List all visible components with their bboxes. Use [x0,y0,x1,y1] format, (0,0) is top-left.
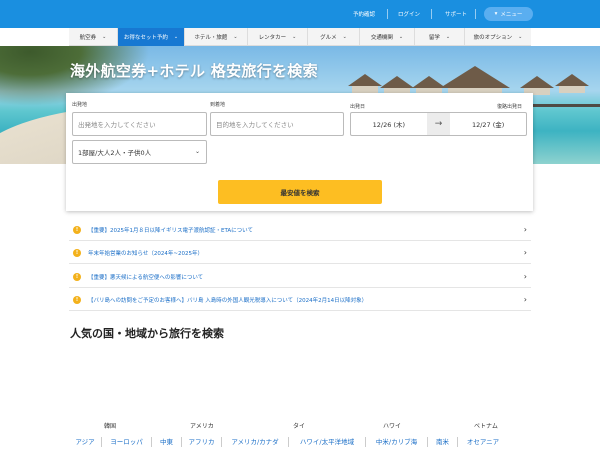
region-hawaii-pacific[interactable]: ハワイ/太平洋地域 [289,437,366,447]
region-tabs: アジア ヨーロッパ 中東 アフリカ アメリカ/カナダ ハワイ/太平洋地域 中米/… [69,434,531,450]
villa [348,74,382,94]
region-africa[interactable]: アフリカ [182,437,222,447]
destination-input[interactable]: 目的地を入力してください [210,112,344,136]
region-south-america[interactable]: 南米 [428,437,458,447]
chevron-down-icon: ⌄ [102,34,107,40]
guests-value: 1部屋/大人2人・子供0人 [78,149,152,157]
depart-date-field[interactable]: 12/26 (木) [351,113,427,135]
region-central-america-caribbean[interactable]: 中米/カリブ海 [366,437,428,447]
date-range-picker: 12/26 (木) → 12/27 (金) [350,112,527,136]
section-title: 人気の国・地域から旅行を検索 [70,327,224,340]
chevron-right-icon: › [523,225,527,234]
nav-item-gourmet[interactable]: グルメ ⌄ [308,28,360,46]
hero-title: 海外航空券+ホテル 格安旅行を検索 [70,62,318,80]
notice-text: 【重要】2025年1月８日以降イギリス電子渡航認証・ETAについて [88,227,254,234]
chevron-down-icon: ⌄ [342,34,347,40]
villa [555,74,589,94]
chevron-down-icon: ⌄ [194,148,200,155]
notice-item[interactable]: ! 年末年始営業のお知らせ（2024年~2025年） › [69,242,531,264]
notice-text: 年末年始営業のお知らせ（2024年~2025年） [88,250,203,257]
region-america-canada[interactable]: アメリカ/カナダ [222,437,289,447]
nav-label: ホテル・旅館 [194,35,228,41]
nav-label: グルメ [320,35,337,41]
notice-item[interactable]: ! 【バリ島への訪問をご予定のお客様へ】バリ島 入島時の外国人観光税導入について… [69,289,531,311]
menu-label: メニュー [500,12,523,18]
chevron-right-icon: › [523,295,527,304]
divider [387,9,388,19]
chevron-right-icon: › [523,272,527,281]
nav-label: 航空券 [79,35,97,41]
region-asia[interactable]: アジア [69,437,102,447]
nav-item-flights[interactable]: 航空券 ⌄ [69,28,118,46]
arrow-right-icon: → [426,113,451,135]
search-button[interactable]: 最安値を検索 [218,180,382,204]
chevron-right-icon: › [523,248,527,257]
top-bar: 予約確認 ログイン サポート ▾ メニュー [0,0,600,28]
nav-label: 留学 [428,35,440,41]
country-vietnam[interactable]: ベトナム [474,421,498,430]
search-form: 出発地 出発地を入力してください 到着地 目的地を入力してください 出発日 復路… [66,93,533,211]
category-nav: 航空券 ⌄ お得なセット予約 ⌄ ホテル・旅館 ⌄ レンタカー ⌄ グルメ ⌄ 交通機関 ⌄… [69,28,531,46]
nav-label: 交通機関 [370,35,393,41]
info-icon: ! [73,295,81,304]
depart-date-label: 出発日 [350,104,366,110]
login-link[interactable]: ログイン [398,10,420,18]
nav-label: レンタカー [258,35,287,41]
country-hawaii[interactable]: ハワイ [383,421,401,430]
guests-select[interactable]: 1部屋/大人2人・子供0人 ⌄ [72,140,207,164]
origin-input[interactable]: 出発地を入力してください [72,112,207,136]
info-icon: ! [73,225,81,234]
nav-label: 旅のオプション [473,35,513,41]
nav-item-rental-car[interactable]: レンタカー ⌄ [248,28,308,46]
notice-item[interactable]: ! 【重要】悪天候による航空便への影響について › [69,266,531,288]
menu-icon: ▾ [494,11,498,17]
chevron-down-icon: ⌄ [445,34,451,40]
reservation-check-link[interactable]: 予約確認 [353,10,375,18]
divider [431,9,432,19]
region-europe[interactable]: ヨーロッパ [102,437,152,447]
chevron-down-icon: ⌄ [173,34,179,40]
chevron-down-icon: ⌄ [398,34,404,40]
nav-item-hotels[interactable]: ホテル・旅館 ⌄ [185,28,248,46]
divider [475,9,476,19]
country-korea[interactable]: 韓国 [104,421,116,430]
menu-button[interactable]: ▾ メニュー [484,7,533,21]
country-usa[interactable]: アメリカ [190,421,214,430]
region-middle-east[interactable]: 中東 [152,437,182,447]
nav-item-package[interactable]: お得なセット予約 ⌄ [118,28,185,46]
nav-item-study-abroad[interactable]: 留学 ⌄ [415,28,465,46]
region-oceania[interactable]: オセアニア [458,437,508,447]
origin-label: 出発地 [72,102,88,108]
info-icon: ! [73,248,81,257]
nav-label: お得なセット予約 [123,35,168,41]
info-icon: ! [73,272,81,281]
notice-text: 【バリ島への訪問をご予定のお客様へ】バリ島 入島時の外国人観光税導入について（2… [88,297,368,304]
notice-item[interactable]: ! 【重要】2025年1月８日以降イギリス電子渡航認証・ETAについて › [69,219,531,241]
chevron-down-icon: ⌄ [233,34,238,40]
nav-item-options[interactable]: 旅のオプション ⌄ [465,28,531,46]
notice-text: 【重要】悪天候による航空便への影響について [88,274,204,281]
destination-label: 到着地 [210,102,226,108]
return-date-field[interactable]: 12/27 (金) [450,113,526,135]
return-date-label: 復路出発日 [497,104,523,110]
chevron-down-icon: ⌄ [518,34,523,40]
country-thailand[interactable]: タイ [293,421,305,430]
support-link[interactable]: サポート [445,10,467,18]
nav-item-transport[interactable]: 交通機関 ⌄ [360,28,415,46]
chevron-down-icon: ⌄ [292,34,297,40]
